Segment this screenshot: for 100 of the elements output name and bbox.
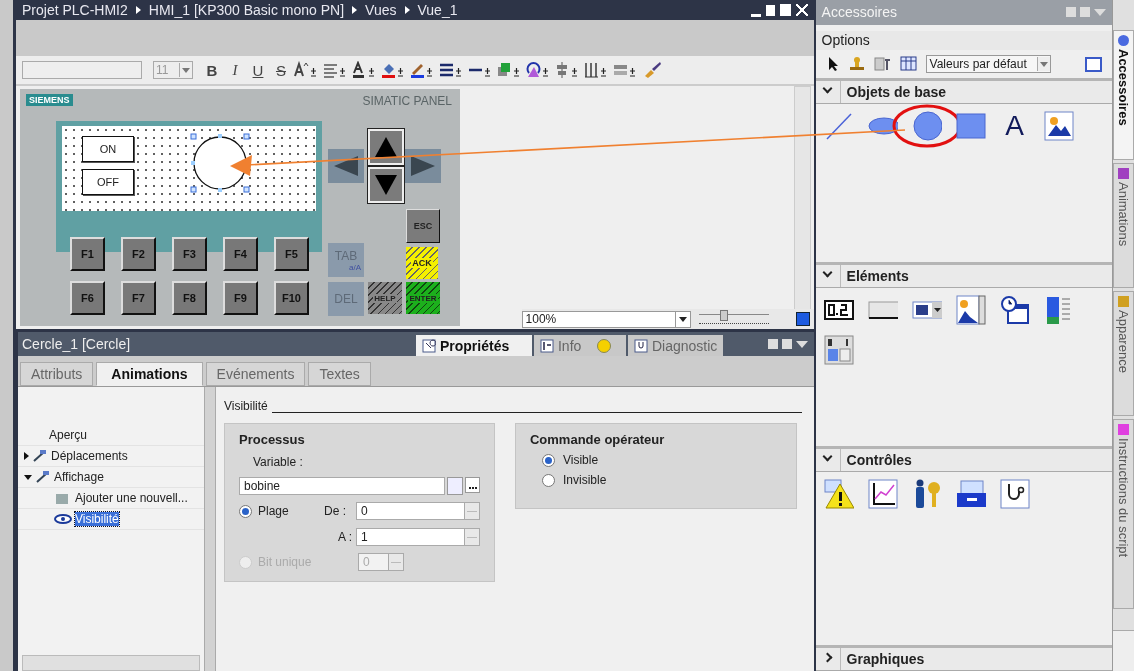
rectangle-tool-icon[interactable]	[955, 110, 986, 141]
side-tab[interactable]: Accessoires	[1113, 30, 1134, 160]
graphic-io-icon[interactable]	[955, 294, 986, 325]
inspector-tab[interactable]: Diagnostic	[628, 335, 724, 356]
panel-key[interactable]: ESC	[406, 209, 440, 243]
stamp-icon[interactable]	[847, 56, 866, 73]
side-tab[interactable]: Instructions du script	[1113, 419, 1134, 609]
tab[interactable]: Evénements	[205, 362, 306, 386]
tab-icon	[422, 338, 436, 353]
text-style-button[interactable]: S	[271, 61, 291, 79]
table-icon[interactable]	[899, 56, 918, 73]
text-tool-icon[interactable]: A	[1005, 110, 1024, 141]
radio-button[interactable]	[542, 473, 555, 487]
panel-title: Accessoires	[821, 4, 898, 21]
group-title: Processus	[239, 432, 306, 447]
text-style-button[interactable]: B	[202, 61, 222, 79]
screen-button[interactable]: OFF	[82, 169, 134, 195]
section-header[interactable]: Contrôles	[840, 452, 912, 469]
alarm-icon[interactable]	[823, 478, 854, 511]
window-controls-icon[interactable]	[750, 3, 808, 17]
function-key[interactable]: F1	[70, 237, 105, 271]
tree-item-icon	[32, 449, 48, 463]
up-key-icon[interactable]	[368, 129, 404, 165]
text-style-button[interactable]: I	[225, 61, 245, 79]
scrollbar[interactable]	[793, 86, 811, 310]
function-key[interactable]: F5	[274, 237, 309, 271]
function-key[interactable]: F6	[70, 281, 105, 315]
font-name-field[interactable]	[22, 61, 142, 79]
section-title: Visibilité	[224, 399, 268, 413]
group-title: Commande opérateur	[530, 432, 666, 447]
tab-icon	[540, 338, 554, 353]
radio-label: Plage	[258, 504, 290, 518]
brand-label: SIEMENS	[26, 94, 73, 106]
section-header[interactable]: Graphiques	[840, 651, 925, 667]
text-style-button[interactable]: U	[248, 61, 268, 79]
tree-item[interactable]: Visibilité	[75, 512, 119, 526]
function-key[interactable]: F9	[223, 281, 258, 315]
tree-item[interactable]: Déplacements	[51, 449, 128, 463]
variable-field[interactable]: bobine	[239, 477, 445, 495]
properties-icon[interactable]	[873, 56, 892, 73]
radio-button[interactable]	[542, 453, 555, 467]
style-dropdown[interactable]: Valeurs par défaut	[925, 55, 1051, 74]
card-drawer-icon[interactable]	[955, 479, 986, 510]
panel-controls-icon[interactable]	[767, 339, 808, 349]
expand-arrow-icon[interactable]	[24, 474, 32, 480]
right-key-icon[interactable]	[405, 149, 441, 183]
object-title: Cercle_1 [Cercle]	[21, 336, 132, 352]
function-key[interactable]: F7	[121, 281, 156, 315]
breadcrumb-separator-icon	[352, 6, 358, 14]
tab-icon	[634, 338, 648, 353]
field-label: Variable :	[253, 455, 304, 469]
stethoscope-icon[interactable]	[999, 479, 1030, 510]
panel-key[interactable]: ENTER	[406, 282, 440, 314]
fit-view-icon[interactable]	[795, 312, 810, 326]
function-key[interactable]: F10	[274, 281, 309, 315]
circle-shape[interactable]	[188, 131, 252, 195]
radio-label: Invisible	[563, 473, 607, 487]
tab[interactable]: Textes	[308, 362, 371, 386]
view-icon[interactable]	[1085, 56, 1103, 72]
function-key[interactable]: F8	[172, 281, 207, 315]
breadcrumb-item[interactable]: HMI_1 [KP300 Basic mono PN]	[148, 2, 345, 18]
tree-item-icon	[35, 470, 51, 484]
inspector-tab[interactable]: Propriétés	[416, 335, 532, 356]
picture-tool-icon[interactable]	[1043, 110, 1074, 141]
expand-arrow-icon[interactable]	[24, 452, 29, 460]
circle-tool-icon[interactable]	[911, 109, 942, 142]
panel-key[interactable]: ACK	[406, 247, 438, 279]
radio-button[interactable]	[239, 504, 252, 518]
from-field[interactable]: 0	[356, 502, 480, 520]
down-key-icon[interactable]	[368, 167, 404, 203]
browse-button[interactable]	[465, 477, 480, 493]
trend-chart-icon[interactable]	[867, 479, 898, 510]
radio-label: Visible	[563, 453, 599, 467]
tree-item[interactable]: Affichage	[54, 470, 104, 484]
to-field[interactable]: 1	[356, 528, 480, 546]
breadcrumb-item[interactable]: Vue_1	[417, 2, 458, 18]
tab[interactable]: Animations	[96, 362, 203, 386]
tree-item[interactable]: Ajouter une nouvell...	[75, 491, 188, 505]
section-header[interactable]: Eléments	[840, 267, 909, 284]
inspector-tab[interactable]: Info	[534, 335, 626, 356]
function-key[interactable]: F4	[223, 237, 258, 271]
panel-key[interactable]: HELP	[368, 282, 402, 314]
function-key[interactable]: F2	[121, 237, 156, 271]
screen-button[interactable]: ON	[82, 136, 134, 162]
function-key[interactable]: F3	[172, 237, 207, 271]
tree-item[interactable]: Aperçu	[49, 428, 87, 442]
left-key-icon[interactable]	[328, 149, 364, 183]
breadcrumb-item[interactable]: Projet PLC-HMI2	[22, 2, 128, 18]
side-tab[interactable]: Apparence	[1113, 291, 1134, 416]
calendar-clock-icon[interactable]	[999, 294, 1030, 325]
model-label: SIMATIC PANEL	[362, 94, 452, 108]
side-tab[interactable]: Animations	[1113, 163, 1134, 288]
switch-icon[interactable]	[823, 334, 854, 365]
zoom-dropdown[interactable]: 100%	[521, 310, 691, 328]
field-label: A :	[337, 530, 352, 544]
breadcrumb-item[interactable]: Vues	[365, 2, 397, 18]
breadcrumb-separator-icon	[404, 6, 410, 14]
field-label: De :	[323, 504, 346, 518]
tab[interactable]: Attributs	[20, 362, 94, 386]
scrollbar[interactable]	[22, 655, 200, 671]
